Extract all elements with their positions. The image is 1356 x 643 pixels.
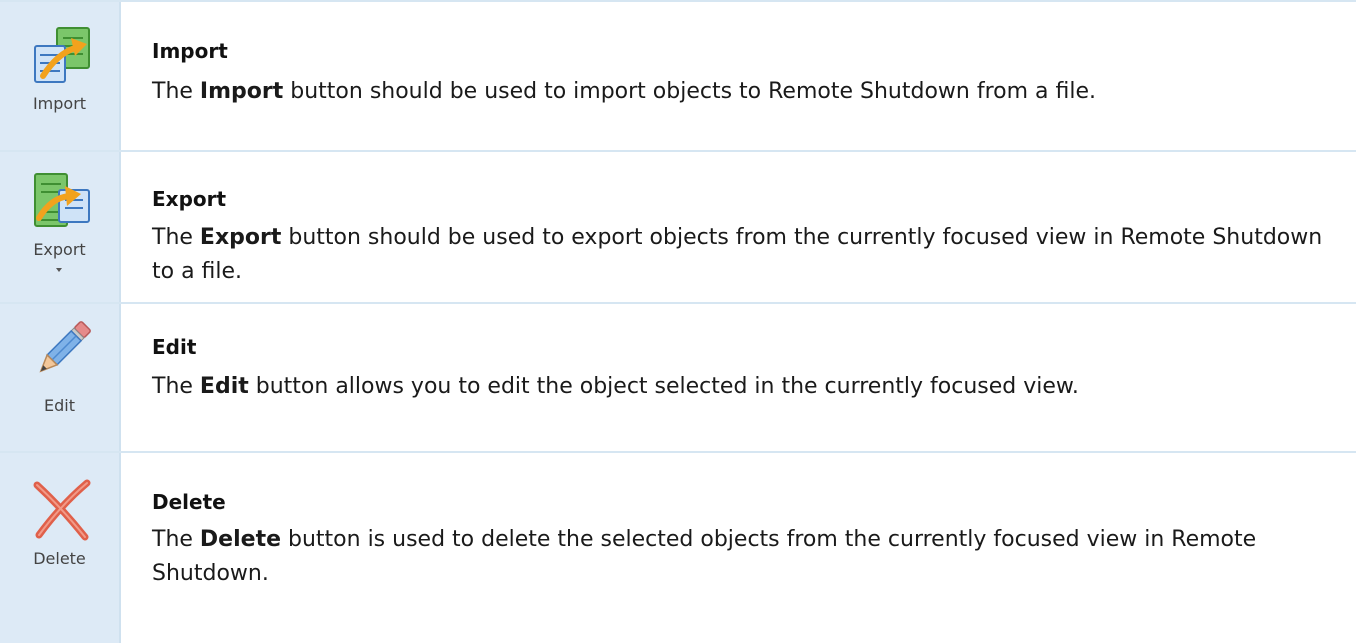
- description-edit-suffix: button allows you to edit the object sel…: [248, 374, 1079, 399]
- icon-cell-delete: Delete: [0, 453, 121, 643]
- table-row-delete: Delete Delete The Delete button is used …: [0, 453, 1356, 643]
- table-row-edit: Edit Edit The Edit button allows you to …: [0, 304, 1356, 453]
- export-button[interactable]: Export: [0, 152, 119, 302]
- icon-cell-export: Export: [0, 152, 121, 302]
- text-cell-delete: Delete The Delete button is used to dele…: [121, 453, 1356, 643]
- description-export: The Export button should be used to expo…: [152, 221, 1336, 289]
- heading-export: Export: [152, 187, 227, 211]
- chevron-down-icon[interactable]: [56, 268, 62, 272]
- delete-x-icon: [33, 479, 91, 541]
- pencil-icon: [39, 321, 91, 373]
- description-export-suffix: button should be used to export objects …: [152, 225, 1323, 284]
- text-cell-edit: Edit The Edit button allows you to edit …: [121, 304, 1356, 451]
- export-button-label: Export: [33, 240, 86, 259]
- heading-delete: Delete: [152, 490, 226, 514]
- description-delete-bold: Delete: [199, 527, 282, 552]
- edit-button[interactable]: Edit: [0, 304, 119, 454]
- description-import-prefix: The: [152, 79, 200, 104]
- import-button[interactable]: Import: [0, 2, 119, 152]
- delete-button-label: Delete: [33, 549, 86, 568]
- import-icon: [34, 27, 90, 83]
- import-button-label: Import: [32, 94, 87, 113]
- description-edit-bold: Edit: [199, 374, 249, 399]
- table-row-export: Export Export The Export button should b…: [0, 152, 1356, 304]
- description-import-bold: Import: [199, 79, 284, 104]
- icon-cell-edit: Edit: [0, 304, 121, 451]
- edit-button-label: Edit: [44, 396, 75, 415]
- heading-edit: Edit: [152, 335, 197, 359]
- description-export-prefix: The: [152, 225, 200, 250]
- description-edit: The Edit button allows you to edit the o…: [152, 370, 1336, 404]
- heading-import: Import: [152, 39, 228, 63]
- description-delete-prefix: The: [152, 527, 200, 552]
- export-icon: [34, 173, 90, 227]
- toolbar-help-table: Import Import The Import button should b…: [0, 0, 1356, 643]
- description-import-suffix: button should be used to import objects …: [283, 79, 1096, 104]
- description-delete-suffix: button is used to delete the selected ob…: [152, 527, 1257, 586]
- text-cell-export: Export The Export button should be used …: [121, 152, 1356, 302]
- icon-cell-import: Import: [0, 2, 121, 150]
- text-cell-import: Import The Import button should be used …: [121, 2, 1356, 150]
- description-delete: The Delete button is used to delete the …: [152, 523, 1336, 591]
- delete-button[interactable]: Delete: [0, 453, 119, 603]
- description-import: The Import button should be used to impo…: [152, 75, 1336, 109]
- description-export-bold: Export: [199, 225, 282, 250]
- description-edit-prefix: The: [152, 374, 200, 399]
- table-row-import: Import Import The Import button should b…: [0, 2, 1356, 152]
